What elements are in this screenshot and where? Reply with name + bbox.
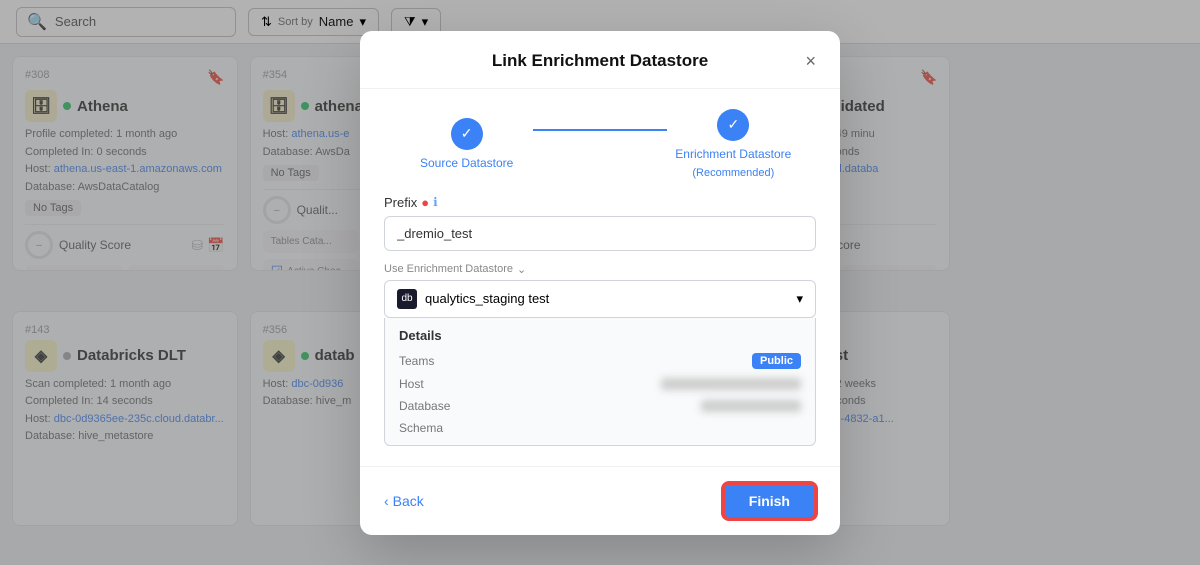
public-badge: Public: [752, 353, 801, 369]
step-enrichment: Enrichment Datastore (Recommended): [667, 109, 800, 179]
prefix-input[interactable]: [384, 216, 816, 251]
details-schema-row: Schema: [385, 417, 815, 445]
details-teams-row: Teams Public: [385, 349, 815, 373]
step-source: Source Datastore: [400, 118, 533, 170]
details-host-row: Host: [385, 373, 815, 395]
step-label-1: Source Datastore: [420, 156, 513, 170]
selected-datastore: qualytics_staging test: [425, 291, 549, 306]
modal-title: Link Enrichment Datastore: [492, 51, 708, 71]
close-button[interactable]: ×: [806, 51, 817, 72]
db-small-icon: db: [397, 289, 417, 309]
step-label-2: Enrichment Datastore: [675, 147, 791, 161]
finish-button[interactable]: Finish: [723, 483, 816, 519]
required-indicator: ●: [421, 195, 429, 210]
stepper: Source Datastore Enrichment Datastore (R…: [360, 89, 840, 195]
chevron-left-icon: ‹: [384, 493, 389, 509]
finish-wrapper: Finish ➜: [723, 483, 816, 519]
prefix-label: Prefix ● ℹ: [384, 195, 816, 210]
modal-footer: ‹ Back Finish ➜: [360, 466, 840, 535]
details-panel: Details Teams Public Host Database Schem…: [384, 318, 816, 446]
database-value-blurred: [701, 400, 801, 412]
modal-header: Link Enrichment Datastore ×: [360, 31, 840, 89]
info-icon[interactable]: ℹ: [433, 195, 438, 209]
host-value-blurred: [661, 378, 801, 390]
step-connector: [533, 129, 666, 131]
modal-body: Prefix ● ℹ Use Enrichment Datastore ⌄ db…: [360, 195, 840, 466]
step-circle-2: [717, 109, 749, 141]
datastore-dropdown[interactable]: db qualytics_staging test ▾: [384, 280, 816, 318]
step-circle-1: [451, 118, 483, 150]
modal-dialog: Link Enrichment Datastore × Source Datas…: [360, 31, 840, 535]
chevron-down-icon-4: ▾: [796, 291, 803, 307]
modal-overlay: Link Enrichment Datastore × Source Datas…: [0, 0, 1200, 565]
details-database-row: Database: [385, 395, 815, 417]
details-title: Details: [385, 318, 815, 349]
back-button[interactable]: ‹ Back: [384, 493, 424, 509]
chevron-down-icon-3: ⌄: [517, 263, 526, 276]
step-sublabel-2: (Recommended): [692, 167, 774, 179]
use-enrichment-label: Use Enrichment Datastore ⌄: [384, 263, 816, 276]
